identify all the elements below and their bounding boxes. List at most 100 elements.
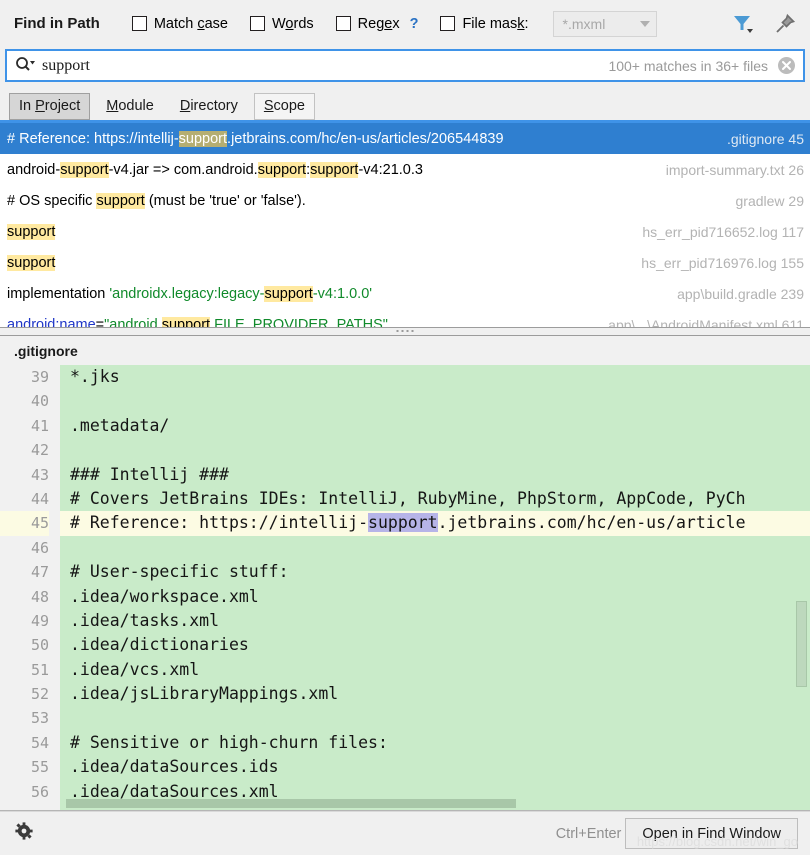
table-row[interactable]: android-support-v4.jar => com.android.su… (0, 154, 810, 185)
checkbox-regex[interactable]: Regex ? (335, 15, 419, 32)
search-results-list[interactable]: # Reference: https://intellij-support.je… (0, 123, 810, 327)
code-line[interactable]: .idea/dataSources.ids (60, 755, 810, 779)
file-mask-dropdown[interactable]: *.mxml (552, 10, 657, 37)
code-fragment: # Sensitive or high-churn files: (70, 732, 388, 752)
code-viewer[interactable]: 39 40 41 42 43 44 45 46 47 48 49 50 51 52 53 54 55 56 *.j… (0, 365, 810, 810)
line-number: 49 (30, 611, 49, 630)
line-number: 43 (30, 465, 49, 484)
code-line[interactable]: # User-specific stuff: (60, 560, 810, 584)
match-highlight: support (60, 161, 109, 178)
result-text: android:name="android.support.FILE_PROVI… (7, 316, 596, 327)
checkbox-box-regex[interactable] (335, 16, 351, 31)
code-line[interactable] (60, 706, 810, 730)
code-line[interactable]: .idea/tasks.xml (60, 609, 810, 633)
result-location: app\build.gradle 239 (677, 285, 804, 302)
result-location: import-summary.txt 26 (665, 161, 804, 178)
code-line[interactable]: # Covers JetBrains IDEs: IntelliJ, RubyM… (60, 487, 810, 511)
table-row[interactable]: # OS specific support (must be 'true' or… (0, 185, 810, 216)
table-row[interactable]: support hs_err_pid716652.log 117 (0, 216, 810, 247)
code-content[interactable]: *.jks .metadata/ ### Intellij ### # Covers … (60, 365, 810, 810)
result-text: # Reference: https://intellij-support.je… (7, 130, 715, 147)
checkbox-box-match-case[interactable] (131, 16, 147, 31)
match-highlight: support (161, 316, 211, 327)
match-highlight: support (7, 223, 56, 240)
table-row[interactable]: support hs_err_pid716976.log 155 (0, 247, 810, 278)
code-fragment: .idea/dataSources.xml (70, 781, 279, 801)
code-line[interactable]: .idea/jsLibraryMappings.xml (60, 682, 810, 706)
code-line[interactable]: *.jks (60, 365, 810, 389)
code-fragment: .idea/dataSources.ids (70, 757, 279, 777)
line-number: 52 (30, 685, 49, 704)
code-line[interactable]: # Sensitive or high-churn files: (60, 731, 810, 755)
code-line[interactable]: .metadata/ (60, 414, 810, 438)
checkbox-label-match-case: Match case (153, 15, 228, 32)
gear-icon[interactable] (14, 821, 36, 846)
code-line[interactable] (60, 438, 810, 462)
chevron-down-icon (639, 20, 650, 27)
code-line[interactable] (60, 389, 810, 413)
line-number: 47 (30, 563, 49, 582)
preview-vertical-scrollbar[interactable] (796, 601, 807, 687)
code-fragment: # Covers JetBrains IDEs: IntelliJ, RubyM… (70, 488, 746, 508)
checkbox-box-file-mask[interactable] (440, 16, 456, 31)
preview-horizontal-scrollbar[interactable] (66, 799, 516, 808)
result-fragment: 'androidx.legacy:legacy- (109, 285, 265, 302)
checkbox-box-words[interactable] (249, 16, 265, 31)
line-number: 55 (30, 758, 49, 777)
code-fragment: *.jks (70, 367, 120, 386)
result-fragment: implementation (7, 285, 110, 302)
regex-help-link[interactable]: ? (410, 16, 419, 32)
code-fragment: .metadata/ (70, 415, 170, 435)
pin-icon[interactable] (774, 13, 796, 35)
search-row: support 100+ matches in 36+ files (0, 47, 810, 82)
result-location: app\...\AndroidManifest.xml 611 (608, 316, 804, 328)
code-fragment: .idea/workspace.xml (70, 586, 259, 606)
code-fragment: .idea/tasks.xml (70, 610, 220, 630)
search-options: Match case Words Regex ? File mask: *.mx… (131, 10, 732, 37)
code-line[interactable] (60, 536, 810, 560)
result-fragment: -v4.jar => com.android. (108, 161, 258, 178)
checkbox-match-case[interactable]: Match case (131, 15, 228, 32)
line-number: 39 (30, 368, 49, 386)
table-row[interactable]: # Reference: https://intellij-support.je… (0, 123, 810, 154)
preview-pane: .gitignore 39 40 41 42 43 44 45 46 47 48 49 50 51 52 5… (0, 336, 810, 811)
code-line[interactable]: # Reference: https://intellij-support.je… (60, 511, 810, 536)
code-fragment: # Reference: https://intellij- (70, 513, 369, 533)
code-line[interactable]: .idea/workspace.xml (60, 585, 810, 609)
checkbox-words[interactable]: Words (249, 15, 314, 32)
result-location: gradlew 29 (735, 192, 805, 209)
tab-directory[interactable]: Directory (170, 93, 248, 120)
search-input-value[interactable]: support (42, 57, 608, 75)
match-count-label: 100+ matches in 36+ files (608, 57, 768, 74)
line-number: 51 (30, 660, 49, 679)
shortcut-hint: Ctrl+Enter (555, 825, 622, 842)
line-number: 40 (30, 392, 49, 411)
clear-icon[interactable] (777, 56, 796, 75)
checkbox-label-words: Words (271, 15, 314, 32)
dialog-footer: Ctrl+Enter Open in Find Window https://b… (0, 811, 810, 855)
search-icon[interactable] (15, 55, 36, 76)
result-location: hs_err_pid716976.log 155 (641, 254, 804, 271)
tab-scope[interactable]: Scope (253, 93, 315, 120)
search-input[interactable]: support 100+ matches in 36+ files (5, 49, 805, 82)
tab-module[interactable]: Module (96, 93, 164, 120)
code-line[interactable]: .idea/dictionaries (60, 633, 810, 657)
result-text: implementation 'androidx.legacy:legacy-s… (7, 285, 665, 302)
code-line[interactable]: .idea/vcs.xml (60, 658, 810, 682)
checkbox-file-mask[interactable]: File mask: (440, 16, 529, 32)
line-number: 45 (0, 511, 49, 536)
code-line[interactable]: ### Intellij ### (60, 463, 810, 487)
open-in-find-window-button[interactable]: Open in Find Window (625, 818, 798, 849)
result-text: support (7, 254, 629, 271)
line-number: 53 (30, 709, 49, 728)
line-number-gutter: 39 40 41 42 43 44 45 46 47 48 49 50 51 52 53 54 55 56 (0, 365, 60, 810)
splitter-handle[interactable] (0, 327, 810, 336)
preview-file-title: .gitignore (0, 336, 810, 365)
table-row[interactable]: implementation 'androidx.legacy:legacy-s… (0, 278, 810, 309)
result-location: hs_err_pid716652.log 117 (642, 223, 804, 240)
code-fragment: .jetbrains.com/hc/en-us/article (437, 513, 746, 533)
checkbox-label-regex: Regex (357, 15, 400, 32)
filter-icon[interactable] (732, 13, 756, 35)
table-row[interactable]: android:name="android.support.FILE_PROVI… (0, 309, 810, 327)
tab-in-project[interactable]: In Project (9, 93, 91, 120)
